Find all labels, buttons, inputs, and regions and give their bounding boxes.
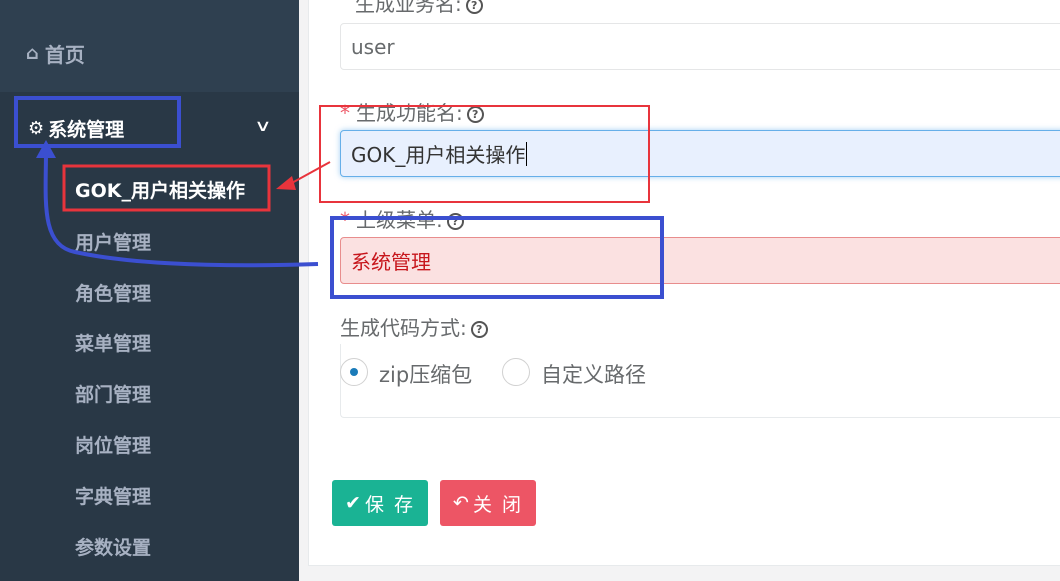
function-name-value: GOK_用户相关操作: [351, 143, 526, 167]
parent-menu-label-text: 上级菜单:: [356, 208, 443, 232]
nav-system-management[interactable]: ⚙ 系统管理 ∨: [0, 92, 299, 164]
home-icon: ⌂: [26, 42, 39, 64]
close-label: 关 闭: [472, 493, 523, 516]
required-mark: *: [340, 208, 350, 232]
gear-icon: ⚙: [28, 117, 45, 139]
sidebar-item-depts[interactable]: 部门管理: [75, 380, 151, 407]
required-mark: *: [340, 101, 350, 125]
close-button[interactable]: ↶ 关 闭: [440, 480, 536, 526]
sidebar-item-dicts[interactable]: 字典管理: [75, 482, 151, 509]
radio-custom-path[interactable]: [502, 358, 530, 386]
sidebar-item-menus[interactable]: 菜单管理: [75, 329, 151, 356]
nav-group-label: 系统管理: [48, 118, 125, 141]
function-name-label: * 生成功能名:?: [340, 97, 484, 126]
nav-home-label: 首页: [44, 42, 85, 67]
sidebar-item-posts[interactable]: 岗位管理: [75, 431, 151, 458]
question-circle-icon[interactable]: ?: [446, 213, 464, 230]
chevron-down-icon: ∨: [254, 116, 272, 135]
sidebar-item-users[interactable]: 用户管理: [75, 228, 151, 255]
nav-home[interactable]: ⌂ 首页: [0, 0, 299, 92]
submenu: GOK_用户相关操作 用户管理 角色管理 菜单管理 部门管理 岗位管理 字典管理…: [0, 164, 299, 581]
business-name-label-text: 生成业务名:: [355, 0, 462, 16]
parent-menu-label: * 上级菜单:?: [340, 204, 464, 233]
gen-mode-label-text: 生成代码方式:: [340, 316, 467, 340]
sidebar-item-params[interactable]: 参数设置: [75, 533, 151, 560]
check-icon: ✔: [345, 492, 363, 514]
gen-mode-label: 生成代码方式:?: [340, 312, 488, 341]
radio-zip[interactable]: [340, 358, 368, 386]
save-label: 保 存: [364, 493, 415, 516]
sidebar-item-gok[interactable]: GOK_用户相关操作: [75, 176, 245, 203]
question-circle-icon[interactable]: ?: [466, 106, 484, 123]
question-circle-icon[interactable]: ?: [470, 321, 488, 338]
save-button[interactable]: ✔ 保 存: [332, 480, 428, 526]
reply-icon: ↶: [453, 492, 471, 514]
radio-zip-label[interactable]: zip压缩包: [379, 359, 472, 389]
radio-custom-path-label[interactable]: 自定义路径: [541, 359, 646, 389]
sidebar: ⌂ 首页 ⚙ 系统管理 ∨ GOK_用户相关操作 用户管理 角色管理 菜单管理 …: [0, 0, 299, 581]
business-name-label: 生成业务名:?: [355, 0, 483, 17]
question-circle-icon[interactable]: ?: [465, 0, 483, 14]
business-name-input[interactable]: user: [340, 23, 1060, 70]
function-name-input[interactable]: GOK_用户相关操作: [340, 130, 1060, 177]
function-name-label-text: 生成功能名:: [356, 101, 463, 125]
sidebar-item-roles[interactable]: 角色管理: [75, 279, 151, 306]
parent-menu-input[interactable]: 系统管理: [340, 237, 1060, 284]
text-caret: [526, 141, 528, 166]
